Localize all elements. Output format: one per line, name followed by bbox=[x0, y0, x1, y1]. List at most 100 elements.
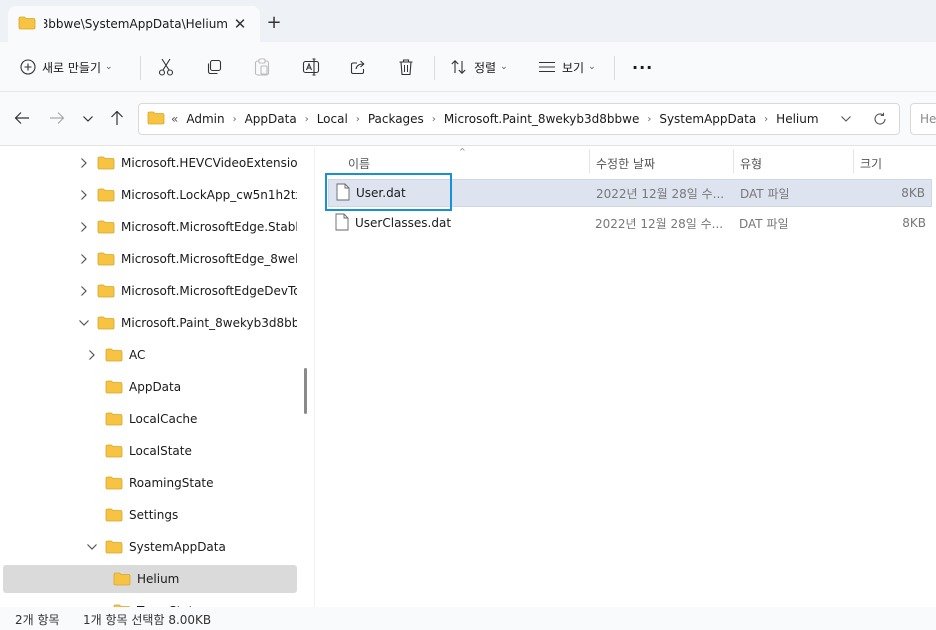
column-divider[interactable] bbox=[853, 149, 854, 173]
folder-icon bbox=[97, 220, 115, 234]
forward-button[interactable] bbox=[45, 107, 69, 131]
rename-button[interactable] bbox=[302, 52, 320, 82]
item-count: 2개 항목 bbox=[15, 613, 60, 627]
tree-item-label: Microsoft.MicrosoftEdge_8wekyb bbox=[121, 252, 297, 266]
tree-item-label: LocalCache bbox=[129, 412, 198, 426]
back-button[interactable] bbox=[10, 107, 34, 131]
sort-ascending-icon: ^ bbox=[459, 147, 466, 156]
pane-divider[interactable] bbox=[314, 147, 315, 607]
tab-active[interactable]: C:\Users\Admin\AppData\Local\Packages\Mi… bbox=[8, 6, 260, 42]
chevron-right-icon[interactable]: › bbox=[356, 114, 360, 125]
breadcrumb-item[interactable]: Packages bbox=[368, 112, 424, 126]
breadcrumb-item[interactable]: AppData bbox=[245, 112, 297, 126]
sort-button[interactable]: 정렬 ⌄ bbox=[450, 52, 508, 82]
status-bar: 2개 항목 1개 항목 선택함 8.00KB bbox=[0, 607, 936, 630]
chevron-right-icon[interactable] bbox=[77, 188, 91, 202]
chevron-right-icon[interactable] bbox=[77, 156, 91, 170]
tree-item[interactable]: TempState bbox=[3, 597, 297, 607]
tree-item[interactable]: Microsoft.MicrosoftEdge_8wekyb bbox=[3, 245, 297, 273]
up-button[interactable] bbox=[105, 107, 129, 131]
chevron-down-icon bbox=[841, 116, 851, 122]
tree-scrollbar-thumb[interactable] bbox=[304, 368, 307, 414]
tree-item[interactable]: Settings bbox=[3, 501, 297, 529]
column-divider[interactable] bbox=[733, 149, 734, 173]
tree-item[interactable]: AC bbox=[3, 341, 297, 369]
breadcrumb-item[interactable]: SystemAppData bbox=[659, 112, 756, 126]
tree-item[interactable]: LocalState bbox=[3, 437, 297, 465]
tree-item-label: SystemAppData bbox=[129, 540, 226, 554]
chevron-right-icon[interactable] bbox=[77, 284, 91, 298]
recent-locations-button[interactable] bbox=[76, 107, 100, 131]
breadcrumb-item-current[interactable]: Helium bbox=[776, 112, 818, 126]
file-date: 2022년 12월 28일 수... bbox=[596, 186, 725, 201]
new-tab-plus-icon[interactable]: + bbox=[262, 10, 286, 34]
file-size: 8KB bbox=[902, 216, 926, 230]
tree-item[interactable]: Microsoft.MicrosoftEdge.Stable_8 bbox=[3, 213, 297, 241]
chevron-down-icon[interactable] bbox=[77, 316, 91, 330]
view-button[interactable]: 보기 ⌄ bbox=[538, 52, 596, 82]
chevron-down-icon: ⌄ bbox=[500, 62, 508, 72]
column-header-type[interactable]: 유형 bbox=[740, 151, 762, 175]
paste-button[interactable] bbox=[254, 52, 270, 82]
tree-item[interactable]: RoamingState bbox=[3, 469, 297, 497]
tab-title: C:\Users\Admin\AppData\Local\Packages\Mi… bbox=[44, 17, 228, 31]
tree-item[interactable]: Helium bbox=[3, 565, 297, 593]
folder-icon bbox=[105, 508, 123, 522]
tree-item[interactable]: LocalCache bbox=[3, 405, 297, 433]
delete-button[interactable] bbox=[398, 52, 414, 82]
tree-item-label: Microsoft.Paint_8wekyb3d8bbwe bbox=[121, 316, 297, 330]
folder-icon bbox=[105, 540, 123, 554]
file-list: ^ 이름 수정한 날짜 유형 크기 User.dat 2022년 12월 28일… bbox=[316, 147, 936, 607]
address-dropdown-button[interactable] bbox=[837, 110, 855, 128]
address-bar[interactable]: « Admin › AppData › Local › Packages › M… bbox=[138, 103, 900, 135]
cut-button[interactable] bbox=[158, 52, 174, 82]
breadcrumb-item[interactable]: Local bbox=[317, 112, 348, 126]
tree-item-label: Microsoft.HEVCVideoExtension_8 bbox=[121, 156, 297, 170]
chevron-right-icon[interactable]: › bbox=[432, 114, 436, 125]
chevron-right-icon[interactable] bbox=[77, 220, 91, 234]
breadcrumb-item[interactable]: Admin bbox=[186, 112, 224, 126]
tree-item[interactable]: AppData bbox=[3, 373, 297, 401]
divider bbox=[140, 56, 141, 80]
tree-item[interactable]: Microsoft.HEVCVideoExtension_8 bbox=[3, 149, 297, 177]
chevron-right-icon[interactable]: › bbox=[305, 114, 309, 125]
view-button-label: 보기 bbox=[562, 60, 585, 75]
trash-icon bbox=[398, 58, 414, 76]
chevron-right-icon[interactable]: › bbox=[647, 114, 651, 125]
folder-icon bbox=[105, 412, 123, 426]
copy-button[interactable] bbox=[206, 52, 222, 82]
chevron-right-icon[interactable]: › bbox=[764, 114, 768, 125]
tree-item-label: Helium bbox=[137, 572, 180, 586]
more-options-button[interactable]: ··· bbox=[632, 52, 653, 82]
tree-item-label: Settings bbox=[129, 508, 179, 522]
column-header-date[interactable]: 수정한 날짜 bbox=[596, 151, 655, 175]
close-icon[interactable]: ✕ bbox=[228, 12, 252, 36]
breadcrumb-overflow[interactable]: « bbox=[171, 112, 178, 126]
breadcrumb-item[interactable]: Microsoft.Paint_8wekyb3d8bbwe bbox=[444, 112, 640, 126]
new-button[interactable]: 새로 만들기 ⌄ bbox=[20, 52, 113, 82]
column-divider[interactable] bbox=[589, 149, 590, 173]
chevron-right-icon[interactable] bbox=[77, 252, 91, 266]
tree-item[interactable]: SystemAppData bbox=[3, 533, 297, 561]
share-icon bbox=[350, 59, 368, 75]
tree-item[interactable]: Microsoft.LockApp_cw5n1h2txye bbox=[3, 181, 297, 209]
tree-item[interactable]: Microsoft.MicrosoftEdgeDevTools bbox=[3, 277, 297, 305]
chevron-right-icon[interactable]: › bbox=[233, 114, 237, 125]
tree-item-label: LocalState bbox=[129, 444, 192, 458]
search-input[interactable]: He bbox=[910, 103, 936, 135]
column-header-name[interactable]: 이름 bbox=[348, 151, 370, 175]
chevron-right-icon[interactable] bbox=[85, 348, 99, 362]
share-button[interactable] bbox=[350, 52, 368, 82]
file-row[interactable]: UserClasses.dat 2022년 12월 28일 수... DAT 파… bbox=[328, 209, 932, 237]
navigation-pane: Microsoft.HEVCVideoExtension_8 Microsoft.… bbox=[0, 147, 300, 607]
chevron-down-icon[interactable] bbox=[85, 540, 99, 554]
column-header-size[interactable]: 크기 bbox=[860, 151, 882, 175]
folder-icon bbox=[97, 188, 115, 202]
tree-item[interactable]: Microsoft.Paint_8wekyb3d8bbwe bbox=[3, 309, 297, 337]
folder-icon bbox=[18, 16, 36, 33]
chevron-down-icon: ⌄ bbox=[588, 62, 596, 72]
refresh-button[interactable] bbox=[871, 110, 889, 128]
sort-button-label: 정렬 bbox=[474, 60, 497, 75]
tree-item-label: Microsoft.LockApp_cw5n1h2txye bbox=[121, 188, 297, 202]
